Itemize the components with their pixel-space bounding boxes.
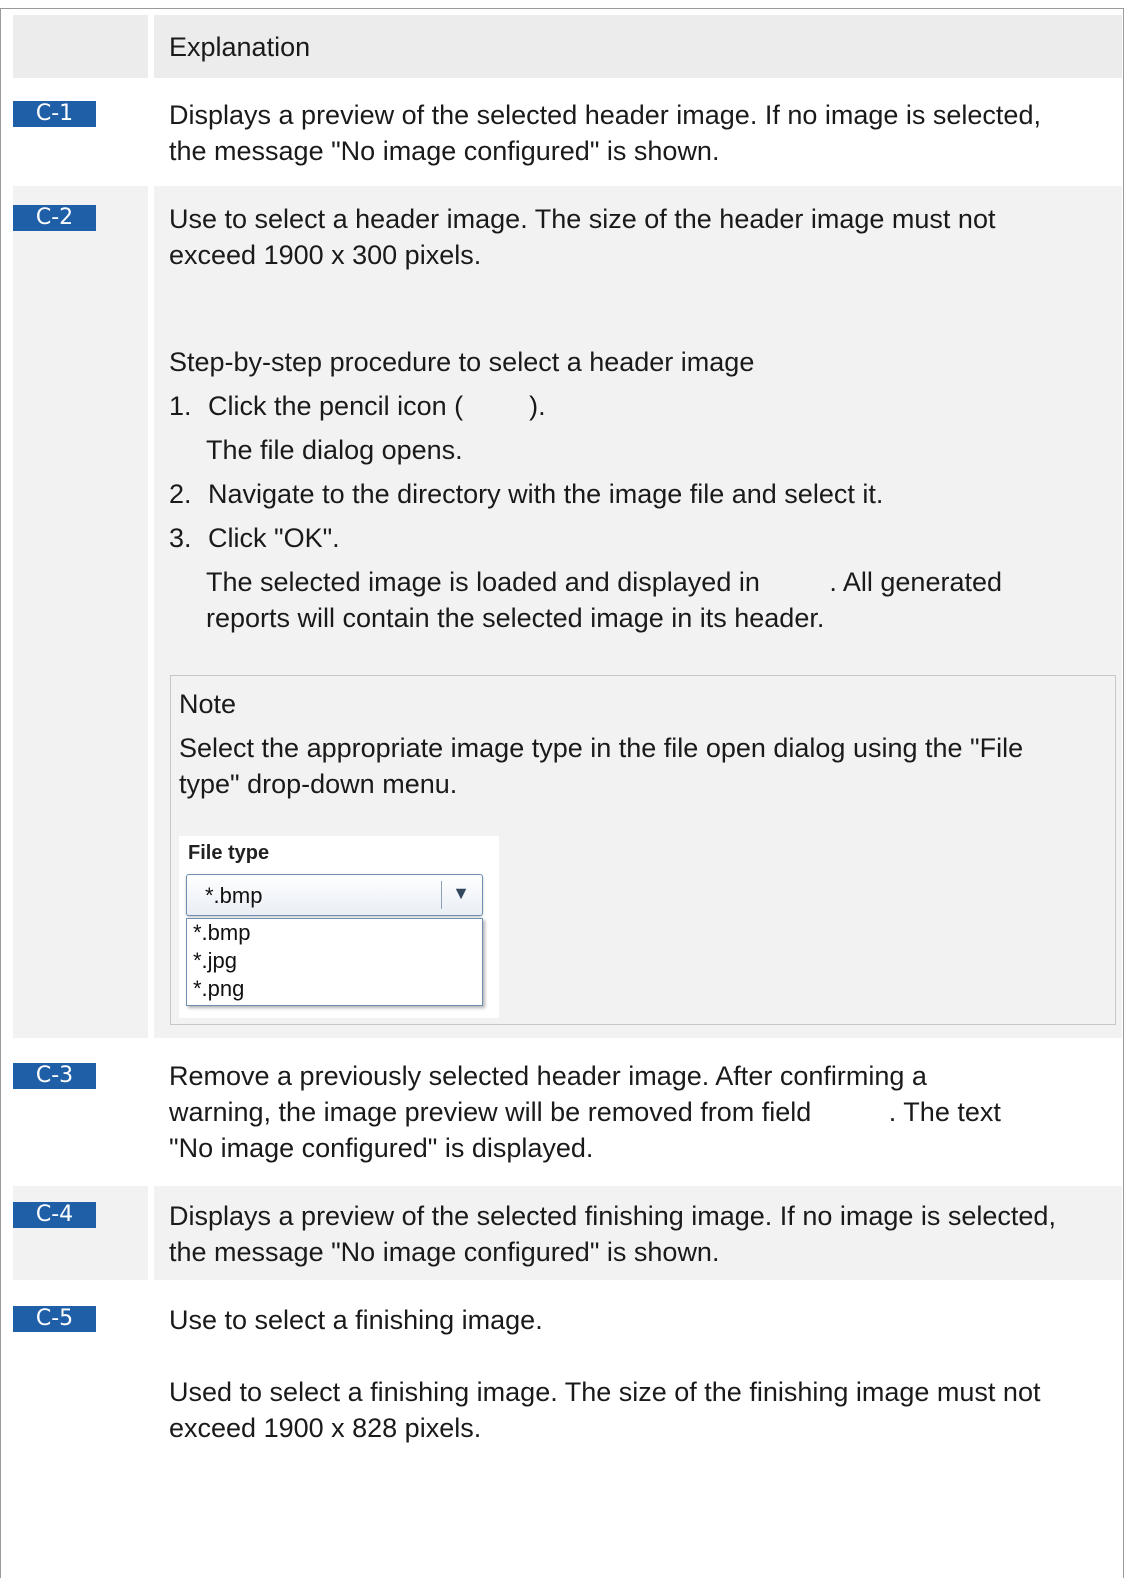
c2-step2-number: 2.	[169, 479, 192, 509]
c3-line2: warning, the image preview will be remov…	[169, 1094, 1001, 1130]
c2-procedure-title: Step-by-step procedure to select a heade…	[169, 347, 755, 377]
badge-c5: C-5	[13, 1306, 96, 1332]
c2-step1: Click the pencil icon ( C-2).	[208, 388, 546, 424]
file-type-option-jpg[interactable]: *.jpg	[187, 947, 482, 975]
note-title: Note	[179, 689, 237, 719]
header-explanation-label: Explanation	[169, 32, 311, 62]
c5-description-2: Used to select a finishing image. The si…	[169, 1377, 1041, 1443]
c2-step2: Navigate to the directory with the image…	[208, 479, 884, 509]
header-cell-empty	[13, 15, 148, 78]
badge-c3: C-3	[13, 1063, 96, 1089]
c3-line2-text: warning, the image preview will be remov…	[169, 1097, 812, 1127]
file-type-screenshot: File type *.bmp ▼ *.bmp *.jpg *.png	[179, 836, 499, 1018]
c2-step1-text-end: ).	[529, 391, 546, 421]
c2-label-cell	[13, 186, 148, 1038]
file-type-label: File type	[188, 842, 270, 864]
badge-c2: C-2	[13, 205, 96, 231]
c2-step3-result: The selected image is loaded and display…	[206, 564, 1002, 600]
file-type-options-list: *.bmp *.jpg *.png	[186, 918, 483, 1006]
c2-step3-number: 3.	[169, 523, 192, 553]
c5-description: Use to select a finishing image.	[169, 1305, 543, 1335]
c1-description: Displays a preview of the selected heade…	[169, 100, 1041, 166]
c2-step3: Click "OK".	[208, 523, 340, 553]
file-type-option-png[interactable]: *.png	[187, 975, 482, 1003]
c2-step1-text: Click the pencil icon (	[208, 391, 464, 421]
c2-step3-result-text: The selected image is loaded and display…	[206, 567, 760, 597]
c2-step3-result-line2: reports will contain the selected image …	[206, 603, 825, 633]
c3-line1: Remove a previously selected header imag…	[169, 1061, 927, 1091]
c4-label-cell	[13, 1186, 148, 1280]
badge-c4: C-4	[13, 1202, 96, 1228]
header-cell-explanation: Explanation	[154, 15, 1122, 78]
c2-step1-ref-badge: C-2	[481, 397, 511, 418]
c3-line2-text-end: . The text	[888, 1097, 1001, 1127]
c4-description: Displays a preview of the selected finis…	[169, 1201, 1056, 1267]
badge-c1: C-1	[13, 101, 96, 127]
c2-step3-result-text-end: . All generated	[829, 567, 1003, 597]
file-type-selected-value: *.bmp	[205, 883, 263, 908]
c2-step1-number: 1.	[169, 391, 192, 421]
c2-description: Use to select a header image. The size o…	[169, 204, 996, 270]
chevron-down-icon[interactable]: ▼	[452, 883, 470, 904]
note-box: Note Select the appropriate image type i…	[170, 675, 1116, 1025]
c2-step1-result: The file dialog opens.	[206, 435, 463, 465]
file-type-option-bmp[interactable]: *.bmp	[187, 919, 482, 947]
note-text: Select the appropriate image type in the…	[179, 733, 1024, 799]
c3-line3: "No image configured" is displayed.	[169, 1133, 594, 1163]
dropdown-separator	[441, 881, 442, 909]
file-type-dropdown[interactable]: *.bmp ▼	[186, 874, 483, 916]
c2-step3-ref-badge: C-1	[783, 573, 813, 594]
